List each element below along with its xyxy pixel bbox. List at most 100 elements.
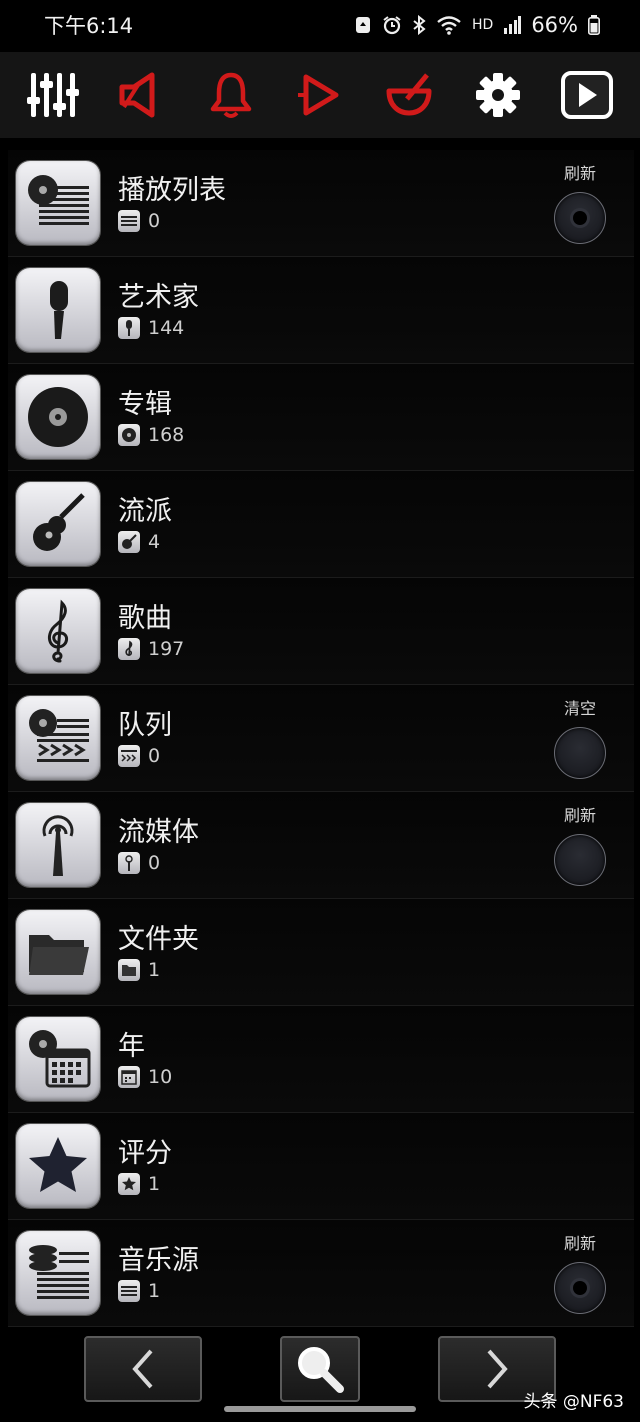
antenna-icon	[16, 803, 100, 887]
list-item-count: 10	[118, 1066, 172, 1088]
bowl-button[interactable]	[374, 60, 444, 130]
guitar-icon	[16, 482, 100, 566]
play-box-icon	[561, 71, 614, 119]
list-item-count: 4	[118, 531, 160, 553]
list-item-title: 年	[118, 1031, 145, 1062]
wifi-icon	[436, 15, 462, 35]
list-item-folder[interactable]: 文件夹 1	[8, 899, 634, 1006]
play-outline-icon	[297, 74, 339, 116]
refresh-button[interactable]	[554, 1262, 606, 1314]
battery-percent: 66%	[531, 13, 578, 37]
list-item-title: 文件夹	[118, 924, 199, 955]
list-item-count: 197	[118, 638, 184, 660]
bell-icon	[210, 72, 252, 118]
alarm-icon	[382, 15, 402, 35]
previous-page-button[interactable]	[84, 1336, 202, 1402]
play-outline-button[interactable]	[285, 60, 355, 130]
microphone-icon	[16, 268, 100, 352]
settings-button[interactable]	[463, 60, 533, 130]
folder-icon	[118, 959, 140, 981]
playlist-icon	[16, 161, 100, 245]
playlist-icon	[118, 210, 140, 232]
refresh-button[interactable]	[554, 192, 606, 244]
refresh-action: 刷新	[554, 802, 606, 886]
music-source-icon	[16, 1231, 100, 1315]
disc-icon	[16, 375, 100, 459]
status-icons: HD 66%	[354, 13, 600, 37]
treble-clef-icon	[16, 589, 100, 673]
antenna-icon	[118, 852, 140, 874]
list-item-count: 1	[118, 1173, 160, 1195]
list-item-year[interactable]: 年 10	[8, 1006, 634, 1113]
search-button[interactable]	[280, 1336, 360, 1402]
list-item-title: 播放列表	[118, 175, 226, 206]
list-item-streaming[interactable]: 流媒体 0 刷新	[8, 792, 634, 899]
list-item-title: 专辑	[118, 389, 172, 420]
list-item-count: 1	[118, 1280, 160, 1302]
list-item-artist[interactable]: 艺术家 144	[8, 257, 634, 364]
equalizer-button[interactable]	[18, 60, 88, 130]
list-item-genre[interactable]: 流派 4	[8, 471, 634, 578]
list-item-title: 艺术家	[118, 282, 199, 313]
list-item-title: 队列	[118, 710, 172, 741]
list-item-rating[interactable]: 评分 1	[8, 1113, 634, 1220]
refresh-action: 刷新	[554, 1230, 606, 1314]
list-item-count: 0	[118, 745, 160, 767]
list-item-music-source[interactable]: 音乐源 1 刷新	[8, 1220, 634, 1327]
calendar-icon	[118, 1066, 140, 1088]
refresh-label: 刷新	[563, 164, 596, 183]
home-indicator[interactable]	[224, 1406, 416, 1412]
clear-action: 清空	[554, 695, 606, 779]
list-item-count: 1	[118, 959, 160, 981]
list-item-count: 168	[118, 424, 184, 446]
bell-button[interactable]	[196, 60, 266, 130]
search-icon	[298, 1347, 344, 1393]
refresh-label: 刷新	[563, 1234, 596, 1253]
list-item-title: 评分	[118, 1138, 172, 1169]
chevron-left-icon	[132, 1349, 153, 1389]
calendar-icon	[16, 1017, 100, 1101]
recycle-icon	[354, 15, 372, 35]
signal-icon	[503, 16, 522, 34]
equalizer-icon	[26, 73, 79, 117]
list-item-title: 流媒体	[118, 817, 199, 848]
queue-icon	[16, 696, 100, 780]
music-source-icon	[118, 1280, 140, 1302]
clear-label: 清空	[563, 699, 596, 718]
status-time: 下午6:14	[44, 14, 134, 38]
library-list: 播放列表 0 刷新 艺术家 144 专辑 168 流派 4 歌曲 197 队列 …	[0, 150, 640, 1327]
queue-icon	[118, 745, 140, 767]
microphone-icon	[118, 317, 140, 339]
bowl-icon	[386, 73, 432, 116]
guitar-icon	[118, 531, 140, 553]
chevron-right-icon	[487, 1349, 508, 1389]
list-item-count: 0	[118, 210, 160, 232]
network-label: HD	[472, 17, 494, 33]
toolbar	[0, 52, 640, 138]
list-item-album[interactable]: 专辑 168	[8, 364, 634, 471]
gear-icon	[476, 73, 521, 117]
treble-clef-icon	[118, 638, 140, 660]
list-item-songs[interactable]: 歌曲 197	[8, 578, 634, 685]
refresh-button[interactable]	[554, 834, 606, 886]
clear-button[interactable]	[554, 727, 606, 779]
speaker-button[interactable]	[107, 60, 177, 130]
star-icon	[118, 1173, 140, 1195]
list-item-title: 音乐源	[118, 1245, 199, 1276]
battery-icon	[588, 15, 600, 35]
list-item-queue[interactable]: 队列 0 清空	[8, 685, 634, 792]
folder-icon	[16, 910, 100, 994]
bluetooth-icon	[412, 15, 426, 35]
list-item-title: 流派	[118, 496, 172, 527]
list-item-count: 0	[118, 852, 160, 874]
refresh-label: 刷新	[563, 806, 596, 825]
status-bar: 下午6:14 HD 66%	[0, 0, 640, 50]
list-item-playlist[interactable]: 播放列表 0 刷新	[8, 150, 634, 257]
refresh-action: 刷新	[554, 160, 606, 244]
disc-icon	[118, 424, 140, 446]
speaker-icon	[119, 72, 155, 118]
play-box-button[interactable]	[552, 60, 622, 130]
list-item-title: 歌曲	[118, 603, 172, 634]
list-item-count: 144	[118, 317, 184, 339]
watermark: 头条 @NF63	[523, 1392, 624, 1412]
